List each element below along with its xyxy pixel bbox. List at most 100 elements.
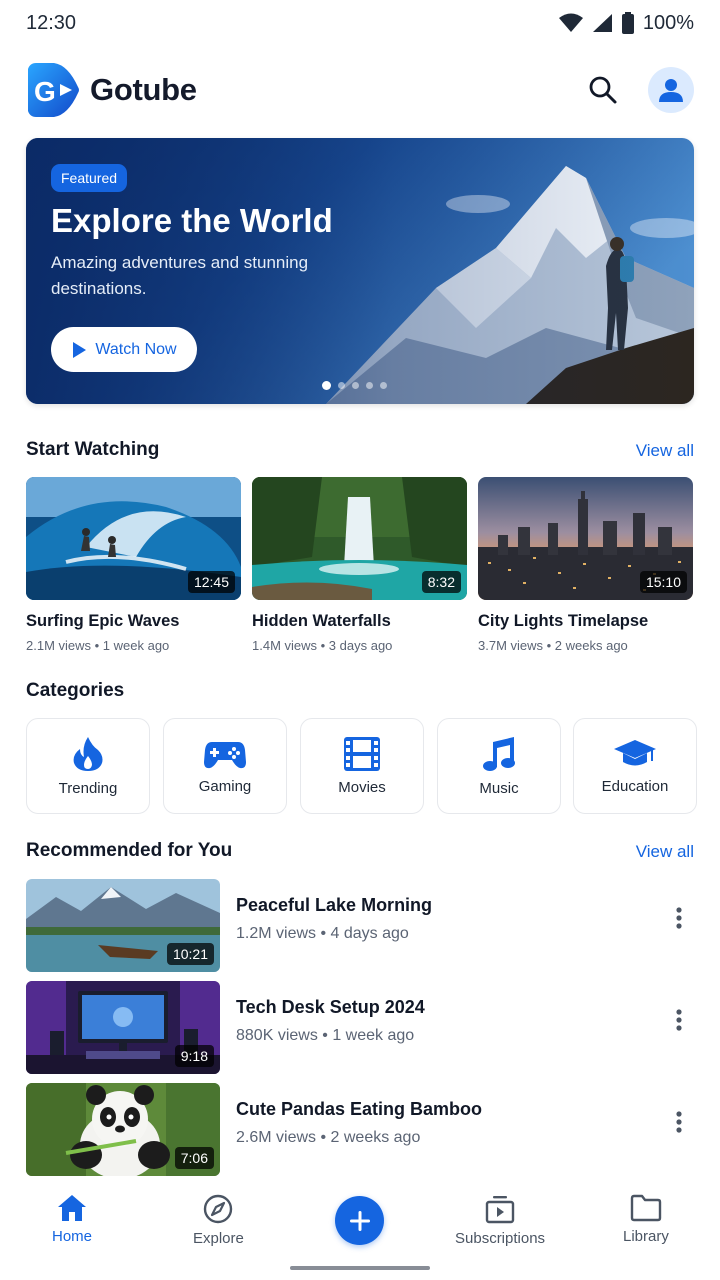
- category-label: Gaming: [198, 777, 252, 795]
- video-thumbnail[interactable]: 10:21: [26, 879, 220, 972]
- status-bar: 12:30 100%: [0, 0, 720, 46]
- svg-text:G: G: [34, 76, 56, 107]
- category-trending[interactable]: Trending: [26, 718, 150, 814]
- brand[interactable]: G Gotube: [26, 61, 197, 119]
- status-icons: 100%: [558, 11, 694, 35]
- subscriptions-icon: [485, 1196, 515, 1224]
- nav-library-label: Library: [623, 1228, 669, 1245]
- more-vertical-icon: [676, 907, 682, 929]
- category-movies[interactable]: Movies: [300, 718, 424, 814]
- nav-home-label: Home: [52, 1228, 93, 1245]
- folder-icon: [630, 1194, 662, 1222]
- wifi-icon: [558, 13, 583, 32]
- category-music[interactable]: Music: [437, 718, 561, 814]
- category-label: Trending: [58, 779, 118, 797]
- nav-library[interactable]: Library: [623, 1194, 669, 1245]
- category-gaming[interactable]: Gaming: [163, 718, 287, 814]
- video-thumbnail[interactable]: 8:32: [252, 477, 467, 600]
- video-meta: 2.1M views • 1 week ago: [26, 638, 170, 653]
- category-label: Movies: [338, 778, 386, 796]
- category-label: Education: [601, 777, 669, 795]
- start-watching-title: Start Watching: [26, 439, 160, 460]
- video-thumbnail[interactable]: 12:45: [26, 477, 241, 600]
- carousel-dot[interactable]: [338, 382, 345, 389]
- video-duration: 8:32: [421, 571, 461, 593]
- video-meta: 1.2M views • 4 days ago: [236, 925, 409, 942]
- more-vertical-icon: [676, 1111, 682, 1133]
- gotube-logo-icon: G: [28, 63, 79, 117]
- status-time: 12:30: [26, 11, 77, 34]
- nav-subscriptions[interactable]: Subscriptions: [455, 1194, 545, 1247]
- signal-icon: [592, 14, 612, 32]
- video-thumbnail[interactable]: 9:18: [26, 981, 220, 1074]
- start-watching-view-all-link[interactable]: View all: [636, 441, 694, 461]
- compass-icon: [204, 1194, 233, 1224]
- carousel-dot[interactable]: [352, 382, 359, 389]
- app-bar: G Gotube: [26, 60, 694, 120]
- avatar[interactable]: [648, 67, 694, 113]
- video-duration: 7:06: [174, 1147, 214, 1169]
- video-duration: 15:10: [639, 571, 687, 593]
- recommended-view-all-link[interactable]: View all: [636, 842, 694, 862]
- video-card-waterfalls[interactable]: 8:32 Hidden Waterfalls 1.4M views • 3 da…: [252, 477, 467, 653]
- watch-now-button[interactable]: Watch Now: [51, 327, 197, 372]
- battery-percent: 100%: [642, 11, 694, 34]
- banner-title: Explore the World: [51, 202, 333, 239]
- search-button[interactable]: [580, 67, 626, 113]
- video-duration: 9:18: [174, 1045, 214, 1067]
- more-options-button[interactable]: [664, 1107, 694, 1137]
- film-icon: [344, 736, 380, 771]
- featured-badge: Featured: [51, 164, 128, 192]
- app-actions: [580, 67, 694, 113]
- carousel-dot[interactable]: [322, 381, 331, 390]
- banner-subtitle: Amazing adventures and stunning destinat…: [51, 253, 309, 298]
- more-options-button[interactable]: [664, 1005, 694, 1035]
- gamepad-icon: [204, 741, 246, 768]
- battery-icon: [621, 12, 634, 34]
- video-meta: 1.4M views • 3 days ago: [252, 638, 393, 653]
- video-meta: 880K views • 1 week ago: [236, 1027, 415, 1044]
- home-icon: [58, 1195, 86, 1221]
- play-icon: [73, 341, 87, 358]
- list-item[interactable]: 7:06 Cute Pandas Eating Bamboo 2.6M view…: [26, 1083, 694, 1176]
- app-title: Gotube: [90, 72, 197, 107]
- video-title[interactable]: Tech Desk Setup 2024: [236, 997, 425, 1018]
- categories-title: Categories: [26, 680, 125, 701]
- nav-explore-label: Explore: [193, 1230, 244, 1247]
- bottom-navigation: Home Explore Subscriptions Library: [0, 1186, 720, 1280]
- carousel-dot[interactable]: [366, 382, 373, 389]
- carousel-indicator: [322, 381, 387, 390]
- plus-icon: [349, 1210, 370, 1231]
- video-title[interactable]: Hidden Waterfalls: [252, 612, 467, 631]
- video-duration: 10:21: [166, 943, 214, 965]
- video-duration: 12:45: [187, 571, 235, 593]
- video-card-surfing[interactable]: 12:45 Surfing Epic Waves 2.1M views • 1 …: [26, 477, 241, 653]
- video-thumbnail[interactable]: 7:06: [26, 1083, 220, 1176]
- video-title[interactable]: City Lights Timelapse: [478, 612, 693, 631]
- music-note-icon: [483, 736, 515, 771]
- home-indicator: [290, 1266, 430, 1270]
- list-item[interactable]: 9:18 Tech Desk Setup 2024 880K views • 1…: [26, 981, 694, 1074]
- person-icon: [659, 79, 683, 102]
- list-item[interactable]: 10:21 Peaceful Lake Morning 1.2M views •…: [26, 879, 694, 972]
- carousel-dot[interactable]: [380, 382, 387, 389]
- more-vertical-icon: [676, 1009, 682, 1031]
- create-button[interactable]: [335, 1196, 384, 1245]
- video-title[interactable]: Peaceful Lake Morning: [236, 895, 432, 916]
- more-options-button[interactable]: [664, 903, 694, 933]
- video-title[interactable]: Surfing Epic Waves: [26, 612, 241, 631]
- nav-home[interactable]: Home: [52, 1194, 92, 1245]
- nav-explore[interactable]: Explore: [193, 1194, 244, 1247]
- fire-icon: [73, 736, 103, 771]
- video-title[interactable]: Cute Pandas Eating Bamboo: [236, 1099, 482, 1120]
- video-card-city-lights[interactable]: 15:10 City Lights Timelapse 3.7M views •…: [478, 477, 693, 653]
- video-meta: 2.6M views • 2 weeks ago: [236, 1129, 421, 1146]
- category-education[interactable]: Education: [573, 718, 697, 814]
- watch-now-label: Watch Now: [95, 340, 177, 358]
- recommended-title: Recommended for You: [26, 840, 233, 861]
- video-meta: 3.7M views • 2 weeks ago: [478, 638, 628, 653]
- category-label: Music: [479, 779, 519, 797]
- featured-banner[interactable]: Featured Explore the World Amazing adven…: [26, 138, 694, 404]
- search-icon: [589, 76, 617, 104]
- video-thumbnail[interactable]: 15:10: [478, 477, 693, 600]
